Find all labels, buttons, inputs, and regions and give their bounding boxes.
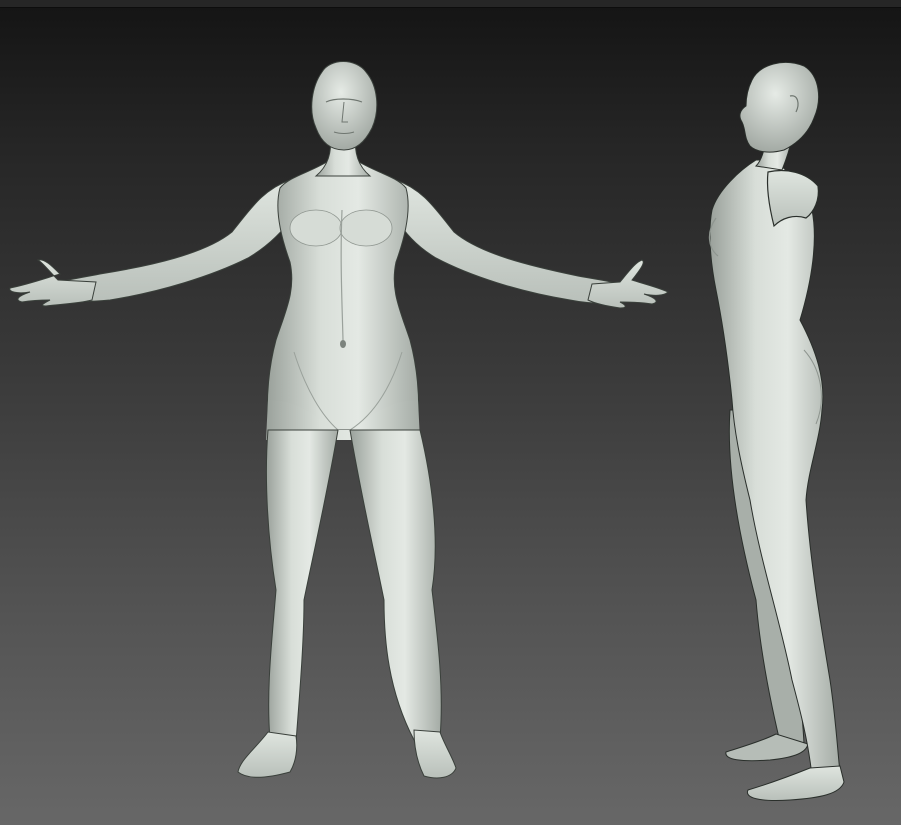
front-head <box>311 61 378 151</box>
side-view-model[interactable] <box>708 62 845 801</box>
front-right-leg <box>349 429 442 741</box>
front-left-foot <box>237 731 298 778</box>
sculpt-canvas[interactable] <box>0 0 901 825</box>
side-head <box>739 62 820 153</box>
front-left-leg <box>265 429 339 743</box>
front-right-hand <box>587 259 669 309</box>
front-chest-right <box>339 209 393 247</box>
front-left-hand <box>9 259 97 307</box>
front-navel <box>340 340 346 348</box>
front-chest-left <box>289 209 343 247</box>
3d-viewport[interactable] <box>0 0 901 825</box>
side-front-foot <box>746 765 845 801</box>
front-right-foot <box>413 729 457 779</box>
front-torso <box>266 159 420 431</box>
front-view-model[interactable] <box>9 61 669 779</box>
